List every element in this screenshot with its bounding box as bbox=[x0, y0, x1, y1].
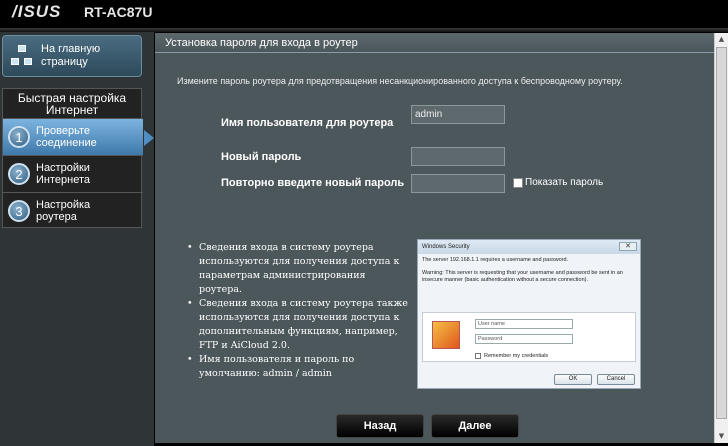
main-panel: Установка пароля для входа в роутер Изме… bbox=[155, 33, 714, 443]
list-item: Сведения входа в систему роутера также и… bbox=[187, 297, 409, 353]
quick-setup-title: Быстрая настройка Интернет bbox=[3, 89, 141, 119]
info-list: Сведения входа в систему роутера использ… bbox=[187, 241, 409, 381]
step-router-settings[interactable]: 3 Настройка роутера bbox=[3, 193, 143, 229]
sidebar: На главную страницу Быстрая настройка Ин… bbox=[0, 32, 154, 446]
active-step-arrow-icon bbox=[144, 130, 154, 146]
step-label: Проверьте соединение bbox=[36, 125, 97, 149]
confirm-password-input[interactable] bbox=[411, 174, 505, 193]
new-password-input[interactable] bbox=[411, 147, 505, 166]
username-label: Имя пользователя для роутера bbox=[221, 117, 394, 129]
remember-credentials: Remember my credentials bbox=[475, 353, 548, 359]
show-password-checkbox[interactable] bbox=[513, 177, 523, 188]
step-label: Настройки Интернета bbox=[36, 162, 90, 186]
step-label: Настройка роутера bbox=[36, 199, 91, 223]
page-title: Установка пароля для входа в роутер bbox=[155, 33, 714, 53]
step-internet-settings[interactable]: 2 Настройки Интернета bbox=[3, 156, 143, 192]
user-icon bbox=[432, 321, 460, 349]
show-password-label: Показать пароль bbox=[525, 177, 604, 188]
dialog-ok-button: OK bbox=[554, 374, 592, 385]
list-item: Сведения входа в систему роутера использ… bbox=[187, 241, 409, 297]
dialog-cancel-button: Cancel bbox=[597, 374, 635, 385]
home-button[interactable]: На главную страницу bbox=[2, 35, 142, 77]
dialog-password-field: Password bbox=[475, 334, 573, 344]
page-scrollbar[interactable]: ▲ ▼ bbox=[714, 33, 728, 443]
step-number-3: 3 bbox=[8, 200, 30, 222]
dialog-username-field: User name bbox=[475, 319, 573, 329]
step-number-2: 2 bbox=[8, 163, 30, 185]
list-item: Имя пользователя и пароль по умолчанию: … bbox=[187, 353, 409, 381]
step-check-connection[interactable]: 1 Проверьте соединение bbox=[3, 119, 154, 155]
asus-logo: /ISUS bbox=[12, 2, 62, 21]
scroll-thumb[interactable] bbox=[716, 47, 727, 419]
quick-setup-box: Быстрая настройка Интернет 1 Проверьте с… bbox=[2, 88, 154, 229]
back-button[interactable]: Назад bbox=[336, 414, 424, 438]
home-label: На главную страницу bbox=[41, 43, 101, 68]
next-button[interactable]: Далее bbox=[431, 414, 519, 438]
dialog-body: The server 192.168.1.1 requires a userna… bbox=[422, 257, 623, 283]
model-name: RT-AC87U bbox=[84, 4, 153, 20]
confirm-password-label: Повторно введите новый пароль bbox=[221, 177, 405, 189]
step-number-1: 1 bbox=[8, 126, 30, 148]
header: /ISUS RT-AC87U bbox=[0, 0, 728, 28]
page-description: Измените пароль роутера для предотвращен… bbox=[177, 76, 623, 86]
username-input[interactable]: admin bbox=[411, 105, 505, 124]
network-map-icon bbox=[11, 45, 33, 67]
windows-security-screenshot: Windows Security ✕ The server 192.168.1.… bbox=[417, 239, 641, 389]
new-password-label: Новый пароль bbox=[221, 151, 302, 163]
scroll-up-icon[interactable]: ▲ bbox=[715, 33, 728, 46]
dialog-titlebar: Windows Security ✕ bbox=[418, 240, 640, 254]
scroll-down-icon[interactable]: ▼ bbox=[715, 430, 728, 443]
close-icon: ✕ bbox=[619, 242, 637, 251]
show-password-toggle[interactable]: Показать пароль bbox=[513, 177, 603, 188]
credential-box: User name Password Remember my credentia… bbox=[422, 312, 636, 362]
